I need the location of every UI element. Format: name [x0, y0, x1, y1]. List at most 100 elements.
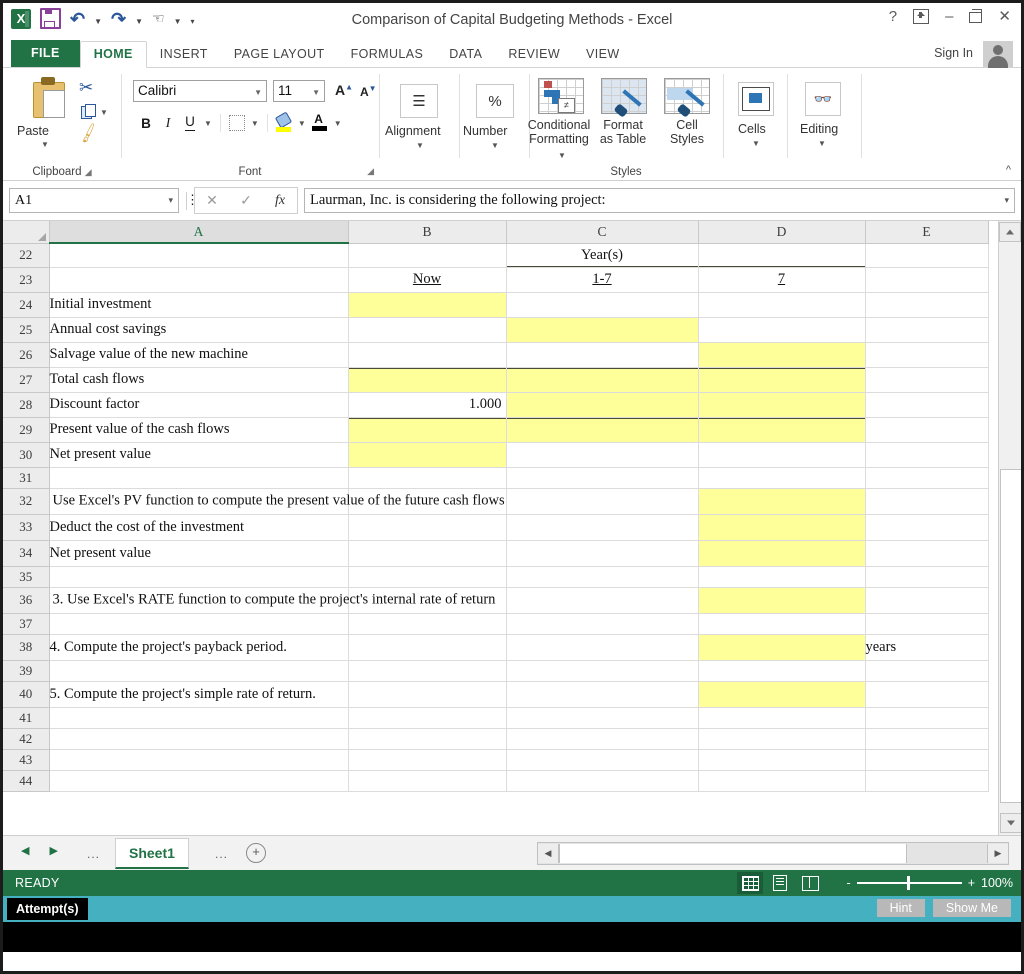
row-header-25[interactable]: 25 [3, 317, 49, 342]
binoculars-icon[interactable]: 👓 [805, 82, 841, 116]
cell-A44[interactable] [49, 770, 348, 791]
clipboard-dialog-launcher-icon[interactable]: ◢ [85, 167, 92, 177]
confirm-edit-icon[interactable]: ✓ [229, 192, 263, 209]
cell-B39[interactable] [348, 660, 506, 681]
page-break-view-icon[interactable] [797, 872, 823, 894]
scroll-down-button[interactable] [1000, 813, 1021, 833]
cell-C30[interactable] [506, 442, 698, 467]
collapse-ribbon-icon[interactable]: ^ [1006, 164, 1011, 176]
sign-in-link[interactable]: Sign In [934, 46, 973, 60]
row-header-33[interactable]: 33 [3, 514, 49, 540]
number-dropdown-icon[interactable]: ▼ [491, 141, 499, 150]
borders-button[interactable] [226, 112, 248, 134]
cell-D42[interactable] [698, 728, 865, 749]
cell-D37[interactable] [698, 613, 865, 634]
account-avatar[interactable] [983, 41, 1013, 67]
alignment-dropdown-icon[interactable]: ▼ [416, 141, 424, 150]
cell-E38[interactable]: years [865, 634, 988, 660]
column-header-c[interactable]: C [506, 221, 698, 243]
font-color-dropdown-icon[interactable]: ▼ [334, 119, 342, 128]
row-header-44[interactable]: 44 [3, 770, 49, 791]
cell-E37[interactable] [865, 613, 988, 634]
cell-C25[interactable] [506, 317, 698, 342]
row-header-37[interactable]: 37 [3, 613, 49, 634]
cell-E23[interactable] [865, 267, 988, 292]
underline-button[interactable]: U [179, 112, 201, 134]
cell-B28[interactable]: 1.000 [348, 392, 506, 417]
cell-A22[interactable] [49, 243, 348, 267]
zoom-in-button[interactable]: + [968, 876, 975, 890]
cell-E40[interactable] [865, 681, 988, 707]
cell-D41[interactable] [698, 707, 865, 728]
cell-D40[interactable] [698, 681, 865, 707]
format-as-table-label[interactable]: Formatas Table [590, 118, 656, 146]
cell-C24[interactable] [506, 292, 698, 317]
cell-C26[interactable] [506, 342, 698, 367]
editing-dropdown-icon[interactable]: ▼ [818, 139, 826, 148]
underline-dropdown-icon[interactable]: ▼ [204, 119, 212, 128]
cell-E27[interactable] [865, 367, 988, 392]
row-header-31[interactable]: 31 [3, 467, 49, 488]
copy-icon[interactable] [81, 104, 95, 118]
select-all-corner[interactable] [3, 221, 49, 243]
decrease-font-size-icon[interactable]: A▼ [360, 84, 377, 99]
cell-D34[interactable] [698, 540, 865, 566]
tab-insert[interactable]: INSERT [147, 42, 221, 67]
horizontal-scrollbar-thumb[interactable] [559, 844, 907, 863]
cell-E31[interactable] [865, 467, 988, 488]
cell-E32[interactable] [865, 488, 988, 514]
font-dialog-launcher-icon[interactable]: ◢ [367, 166, 374, 177]
cell-D28[interactable] [698, 392, 865, 417]
bold-button[interactable]: B [135, 112, 157, 134]
row-header-28[interactable]: 28 [3, 392, 49, 417]
row-header-30[interactable]: 30 [3, 442, 49, 467]
cell-B37[interactable] [348, 613, 506, 634]
row-header-27[interactable]: 27 [3, 367, 49, 392]
row-header-32[interactable]: 32 [3, 488, 49, 514]
font-name-dropdown-icon[interactable]: ▼ [254, 88, 262, 97]
cell-C38[interactable] [506, 634, 698, 660]
cell-A33[interactable]: Deduct the cost of the investment [49, 514, 348, 540]
cell-E33[interactable] [865, 514, 988, 540]
conditional-formatting-label[interactable]: ConditionalFormatting [524, 118, 594, 146]
cell-D44[interactable] [698, 770, 865, 791]
cell-E25[interactable] [865, 317, 988, 342]
cell-B33[interactable] [348, 514, 506, 540]
cell-C35[interactable] [506, 566, 698, 587]
cell-A43[interactable] [49, 749, 348, 770]
row-header-29[interactable]: 29 [3, 417, 49, 442]
cell-A31[interactable] [49, 467, 348, 488]
cell-D22[interactable] [698, 243, 865, 267]
format-painter-icon[interactable]: 🖌 [76, 121, 100, 144]
cell-C42[interactable] [506, 728, 698, 749]
cell-A40[interactable]: 5. Compute the project's simple rate of … [49, 681, 348, 707]
row-header-22[interactable]: 22 [3, 243, 49, 267]
alignment-label[interactable]: Alignment [385, 124, 441, 138]
editing-label[interactable]: Editing [800, 122, 838, 136]
cell-E35[interactable] [865, 566, 988, 587]
cell-B35[interactable] [348, 566, 506, 587]
paste-dropdown-icon[interactable]: ▼ [41, 140, 49, 149]
cell-E44[interactable] [865, 770, 988, 791]
cell-B25[interactable] [348, 317, 506, 342]
zoom-slider[interactable] [857, 882, 962, 884]
font-name-input[interactable]: Calibri ▼ [133, 80, 267, 102]
cell-D43[interactable] [698, 749, 865, 770]
cell-B30[interactable] [348, 442, 506, 467]
minimize-icon[interactable]: – [945, 9, 953, 24]
cell-D36[interactable] [698, 587, 865, 613]
cell-A38[interactable]: 4. Compute the project's payback period. [49, 634, 348, 660]
cell-styles-icon[interactable] [664, 78, 710, 118]
borders-dropdown-icon[interactable]: ▼ [251, 119, 259, 128]
cell-E39[interactable] [865, 660, 988, 681]
cell-A29[interactable]: Present value of the cash flows [49, 417, 348, 442]
cell-C31[interactable] [506, 467, 698, 488]
cell-C27[interactable] [506, 367, 698, 392]
cell-D30[interactable] [698, 442, 865, 467]
row-header-24[interactable]: 24 [3, 292, 49, 317]
cell-A41[interactable] [49, 707, 348, 728]
cell-E30[interactable] [865, 442, 988, 467]
column-header-b[interactable]: B [348, 221, 506, 243]
zoom-out-button[interactable]: - [847, 876, 851, 890]
sheet-left-overflow-dots[interactable]: ... [87, 847, 100, 861]
